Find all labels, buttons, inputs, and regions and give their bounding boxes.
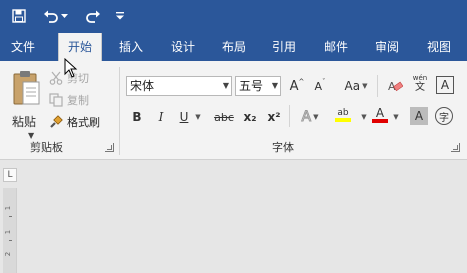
highlight-dropdown[interactable]: ▼: [358, 107, 368, 127]
font-launcher-icon[interactable]: [451, 143, 460, 152]
phonetic-bottom: 文: [415, 81, 425, 93]
ruler-tick: [9, 216, 12, 217]
tab-insert[interactable]: 插入: [112, 33, 150, 61]
font-name-value: 宋体: [130, 79, 155, 93]
group-divider: [289, 105, 290, 127]
character-border-glyph: A: [440, 78, 450, 92]
clipboard-launcher-icon[interactable]: [105, 143, 114, 152]
ribbon-tabs: 文件 开始 插入 设计 布局 引用 邮件 审阅 视图: [0, 33, 467, 61]
font-size-combo[interactable]: 五号 ▼: [235, 76, 281, 96]
copy-label: 复制: [67, 94, 89, 107]
highlight-color-bar: [335, 118, 351, 122]
save-icon[interactable]: [8, 6, 30, 26]
italic-button[interactable]: I: [153, 107, 169, 127]
format-painter-button[interactable]: 格式刷: [48, 113, 100, 131]
grow-font-button[interactable]: A ^: [288, 76, 306, 96]
paintbrush-icon: [48, 114, 64, 130]
ruler-mark: 2: [4, 251, 13, 257]
chevron-down-icon: ▼: [313, 113, 319, 121]
character-shading-glyph: A: [414, 109, 424, 123]
copy-button[interactable]: 复制: [48, 91, 89, 109]
redo-icon[interactable]: [82, 6, 104, 26]
tab-selector[interactable]: L: [3, 168, 17, 182]
chevron-down-icon[interactable]: ▼: [272, 77, 278, 95]
character-shading-button[interactable]: A: [410, 107, 428, 125]
chevron-down-icon: ▼: [393, 113, 399, 121]
change-case-glyph: Aa: [344, 79, 361, 93]
group-divider: [119, 67, 120, 155]
customize-qat-icon[interactable]: [112, 6, 128, 26]
strikethrough-button[interactable]: abc: [212, 107, 236, 127]
eraser-icon: A: [388, 80, 403, 93]
ruler-mark: 1: [4, 229, 13, 235]
clipboard-group-label: 剪贴板: [30, 141, 63, 154]
grow-font-glyph: A: [289, 78, 299, 94]
font-name-combo[interactable]: 宋体 ▼: [126, 76, 232, 96]
tab-references[interactable]: 引用: [265, 33, 303, 61]
underline-dropdown[interactable]: ▼: [192, 107, 202, 127]
font-group-label: 字体: [272, 141, 294, 154]
clear-formatting-button[interactable]: A: [385, 76, 405, 96]
copy-icon: [48, 92, 64, 108]
chevron-down-icon: ▼: [362, 82, 368, 90]
chevron-down-icon: ▼: [361, 113, 367, 121]
font-size-value: 五号: [239, 79, 264, 93]
paste-button[interactable]: 粘贴 ▼: [8, 69, 44, 140]
tab-view[interactable]: 视图: [420, 33, 458, 61]
caret-up-icon: ^: [298, 78, 305, 86]
highlight-glyph: ab: [337, 108, 349, 118]
chevron-down-icon[interactable]: ▼: [223, 77, 229, 95]
tab-home[interactable]: 开始: [58, 33, 102, 61]
phonetic-guide-button[interactable]: wén 文: [410, 73, 430, 93]
tab-file[interactable]: 文件: [4, 33, 42, 61]
character-border-button[interactable]: A: [436, 76, 454, 94]
group-divider: [377, 75, 378, 97]
underline-button[interactable]: U: [176, 107, 192, 127]
paste-label: 粘贴: [12, 115, 37, 129]
tab-layout[interactable]: 布局: [215, 33, 253, 61]
enclose-characters-glyph: 字: [439, 112, 449, 124]
clipboard-icon: [13, 71, 40, 105]
text-effects-glyph: A: [301, 109, 312, 126]
chevron-down-icon: ▼: [195, 113, 201, 121]
tab-review[interactable]: 审阅: [368, 33, 406, 61]
change-case-button[interactable]: Aa ▼: [340, 76, 372, 96]
ruler-tick: [9, 240, 12, 241]
font-color-dropdown[interactable]: ▼: [390, 107, 400, 127]
enclose-characters-button[interactable]: 字: [435, 107, 453, 125]
scissors-icon: [48, 70, 64, 86]
superscript-button[interactable]: x²: [264, 107, 284, 127]
format-painter-label: 格式刷: [67, 116, 100, 129]
phonetic-top: wén: [412, 73, 428, 82]
ruler-mark: 1: [4, 205, 13, 211]
text-effects-button[interactable]: A ▼: [296, 107, 324, 127]
highlight-color-button[interactable]: ab: [328, 105, 358, 125]
font-color-button[interactable]: A: [370, 105, 390, 125]
vertical-ruler: 1 1 2: [3, 188, 17, 273]
bold-button[interactable]: B: [129, 107, 145, 127]
font-color-glyph: A: [375, 106, 385, 120]
undo-dropdown-icon[interactable]: [58, 6, 70, 26]
quick-access-toolbar: [0, 0, 467, 33]
tab-mailings[interactable]: 邮件: [317, 33, 355, 61]
subscript-button[interactable]: x₂: [240, 107, 260, 127]
shrink-font-glyph: A: [314, 79, 323, 93]
font-color-bar: [372, 119, 388, 123]
tab-design[interactable]: 设计: [164, 33, 202, 61]
shrink-font-button[interactable]: Aˇ: [311, 76, 329, 96]
mouse-pointer-icon: [64, 57, 78, 81]
caret-down-icon: ˇ: [322, 78, 326, 86]
